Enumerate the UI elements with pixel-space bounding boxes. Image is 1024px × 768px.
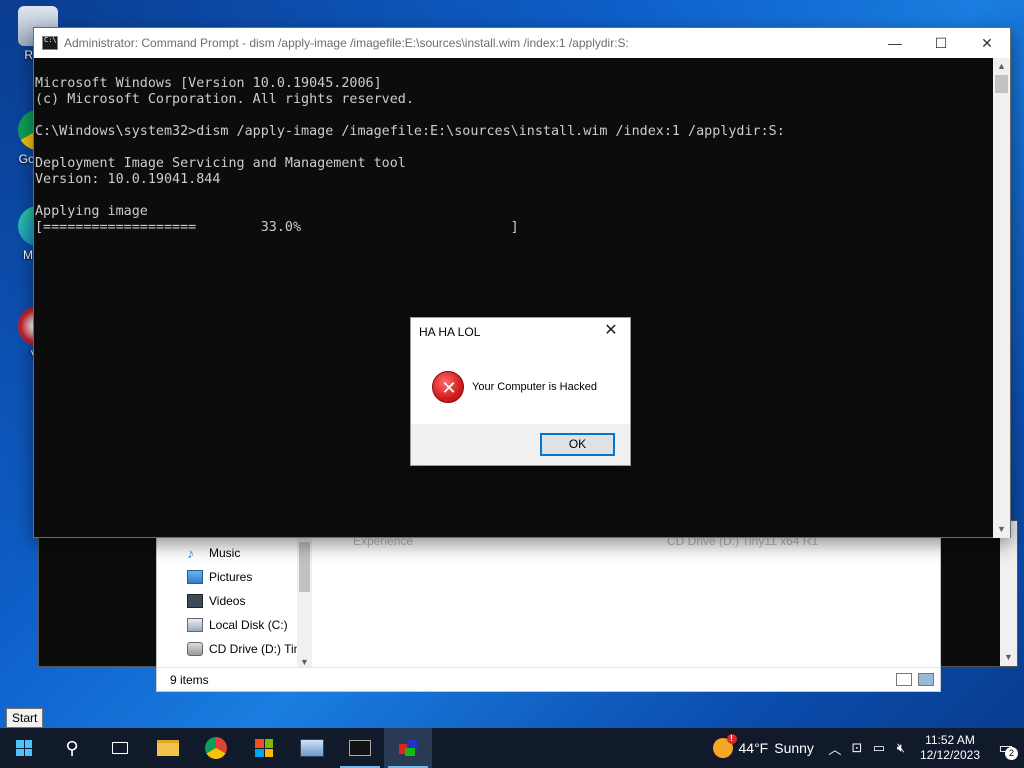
chrome-taskbar-button[interactable] bbox=[192, 728, 240, 768]
cmd-scroll-thumb[interactable] bbox=[995, 75, 1008, 93]
explorer-status-bar: 9 items bbox=[157, 667, 940, 691]
nav-item-music[interactable]: ♪ Music bbox=[187, 542, 240, 564]
cmd-taskbar-button[interactable] bbox=[336, 728, 384, 768]
search-icon: ⚲ bbox=[65, 737, 79, 758]
console-output[interactable]: Microsoft Windows [Version 10.0.19045.20… bbox=[34, 58, 995, 538]
maximize-button[interactable]: ☐ bbox=[918, 28, 964, 58]
show-hidden-icons-chevron-icon[interactable]: ︿ bbox=[824, 739, 846, 758]
network-icon[interactable]: ▭ bbox=[868, 740, 890, 756]
dialog-close-button[interactable]: ✕ bbox=[598, 320, 624, 342]
file-explorer-window: Experience CD Drive (D:) Tiny11 x64 R1 ♪… bbox=[156, 534, 941, 692]
videos-icon bbox=[187, 594, 203, 608]
start-tooltip: Start bbox=[6, 708, 44, 728]
store-icon bbox=[255, 739, 273, 757]
clock-time: 11:52 AM bbox=[925, 733, 975, 747]
cmd-titlebar[interactable]: Administrator: Command Prompt - dism /ap… bbox=[34, 28, 1010, 58]
minimize-button[interactable]: — bbox=[872, 28, 918, 58]
cd-drive-icon bbox=[187, 642, 203, 656]
console-line: Deployment Image Servicing and Managemen… bbox=[35, 156, 406, 171]
computer-management-icon bbox=[300, 739, 324, 757]
store-taskbar-button[interactable] bbox=[240, 728, 288, 768]
weather-description: Sunny bbox=[774, 740, 814, 756]
cmd-app-icon bbox=[42, 36, 58, 50]
scroll-down-icon[interactable]: ▼ bbox=[993, 521, 1010, 538]
nav-item-label: Pictures bbox=[209, 570, 253, 584]
nav-item-label: CD Drive (D:) Tin bbox=[209, 642, 301, 656]
weather-widget[interactable]: 44°F Sunny bbox=[703, 734, 824, 758]
windows-logo-icon bbox=[16, 740, 32, 756]
meet-now-icon[interactable]: ⊡ bbox=[846, 740, 868, 756]
dialog-title: HA HA LOL bbox=[419, 325, 481, 339]
large-icons-view-icon[interactable] bbox=[918, 673, 934, 686]
weather-temperature: 44°F bbox=[738, 740, 769, 756]
pictures-icon bbox=[187, 570, 203, 584]
console-line: Applying image bbox=[35, 204, 148, 219]
error-icon bbox=[432, 371, 465, 404]
nav-scrollbar[interactable]: ▼ bbox=[297, 538, 312, 669]
dialog-message: Your Computer is Hacked bbox=[472, 381, 597, 393]
scroll-down-icon[interactable]: ▼ bbox=[1000, 649, 1017, 666]
task-view-icon bbox=[112, 742, 128, 754]
taskbar: ⚲ 44°F Sunny ︿ ⊡ ▭ 🔇︎ 11:52 AM bbox=[0, 728, 1024, 768]
folder-icon bbox=[157, 740, 179, 756]
nav-item-local-disk[interactable]: Local Disk (C:) bbox=[187, 614, 288, 636]
nav-item-pictures[interactable]: Pictures bbox=[187, 566, 252, 588]
cmd-icon bbox=[349, 740, 371, 756]
dialog-footer: OK bbox=[411, 424, 630, 465]
console-line: Microsoft Windows [Version 10.0.19045.20… bbox=[35, 76, 382, 91]
nav-item-label: Videos bbox=[209, 594, 246, 608]
sun-icon bbox=[712, 734, 737, 758]
shapes-app-icon bbox=[397, 738, 419, 758]
clock-date: 12/12/2023 bbox=[919, 748, 980, 762]
console-line: Version: 10.0.19041.844 bbox=[35, 172, 221, 187]
explorer-nav-pane: ♪ Music Pictures Videos Local Disk (C:) … bbox=[157, 538, 312, 669]
nav-item-videos[interactable]: Videos bbox=[187, 590, 245, 612]
nav-item-label: Local Disk (C:) bbox=[209, 618, 288, 632]
local-disk-icon bbox=[187, 618, 203, 632]
nav-item-label: Music bbox=[209, 546, 241, 560]
background-scrollbar[interactable]: ▼ bbox=[1000, 521, 1017, 666]
cmd-scrollbar[interactable]: ▲ ▼ bbox=[993, 58, 1010, 538]
system-tool-taskbar-button[interactable] bbox=[288, 728, 336, 768]
music-icon: ♪ bbox=[187, 545, 194, 561]
ok-button[interactable]: OK bbox=[540, 433, 615, 456]
start-button[interactable] bbox=[0, 728, 48, 768]
action-center-button[interactable]: ▭ 2 bbox=[988, 728, 1024, 768]
cmd-window-title: Administrator: Command Prompt - dism /ap… bbox=[64, 36, 629, 50]
scroll-up-icon[interactable]: ▲ bbox=[993, 58, 1010, 75]
nav-scroll-thumb[interactable] bbox=[299, 542, 310, 592]
item-count: 9 items bbox=[170, 673, 209, 687]
volume-muted-icon[interactable]: 🔇︎ bbox=[890, 740, 912, 756]
system-tray: 44°F Sunny ︿ ⊡ ▭ 🔇︎ 11:52 AM 12/12/2023 … bbox=[703, 728, 1024, 768]
console-line: (c) Microsoft Corporation. All rights re… bbox=[35, 92, 414, 107]
notification-count-badge: 2 bbox=[1005, 747, 1018, 760]
progress-line: [=================== 33.0% ] bbox=[35, 220, 519, 235]
console-line: C:\Windows\system32>dism /apply-image /i… bbox=[35, 124, 785, 139]
task-view-button[interactable] bbox=[96, 728, 144, 768]
virus-app-taskbar-button[interactable] bbox=[384, 728, 432, 768]
dialog-body: Your Computer is Hacked bbox=[411, 348, 630, 426]
file-explorer-taskbar-button[interactable] bbox=[144, 728, 192, 768]
nav-item-cd-drive[interactable]: CD Drive (D:) Tin bbox=[187, 638, 300, 660]
search-button[interactable]: ⚲ bbox=[48, 728, 96, 768]
close-button[interactable]: ✕ bbox=[964, 28, 1010, 58]
message-box-dialog: HA HA LOL ✕ Your Computer is Hacked OK bbox=[410, 317, 631, 466]
clock[interactable]: 11:52 AM 12/12/2023 bbox=[912, 733, 988, 763]
details-view-icon[interactable] bbox=[896, 673, 912, 686]
chrome-icon bbox=[205, 737, 227, 759]
